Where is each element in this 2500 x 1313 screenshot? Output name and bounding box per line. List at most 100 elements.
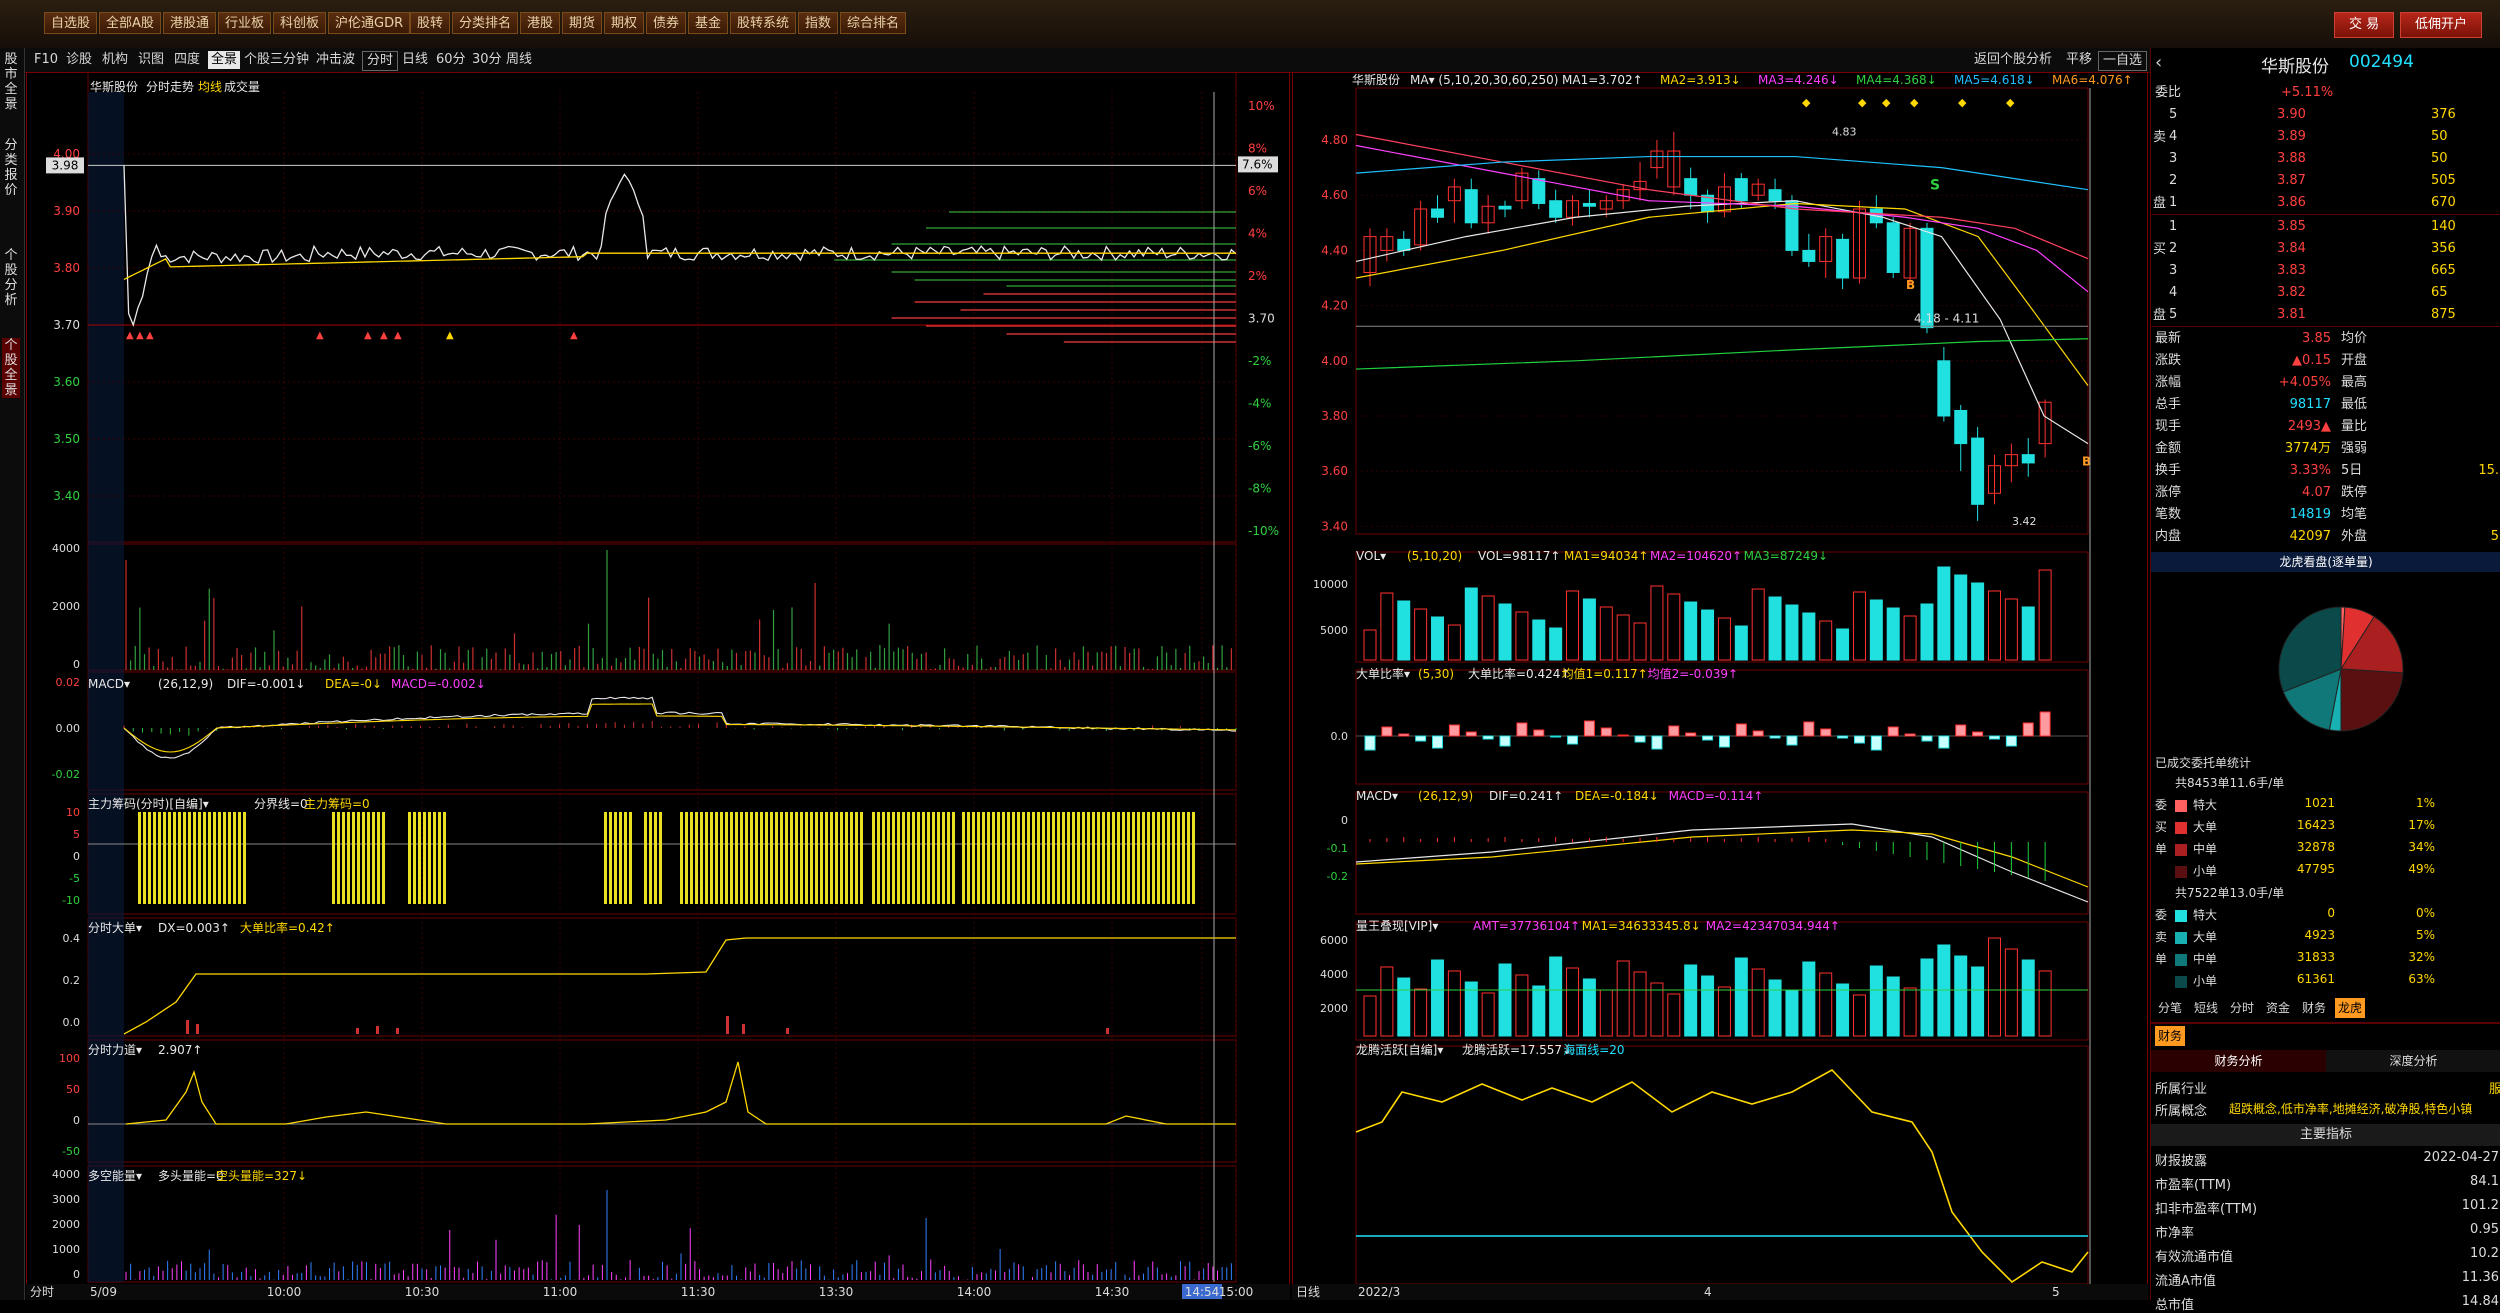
topbar-button-12[interactable]: 基金 (688, 12, 729, 34)
topbar-button-6[interactable]: 股转 (410, 12, 451, 34)
topbar-button-7[interactable]: 分类排名 (452, 12, 519, 34)
topbar-button-0[interactable]: 自选股 (44, 12, 98, 34)
topbar-button-2[interactable]: 港股通 (163, 12, 217, 34)
topbar-button-8[interactable]: 港股 (520, 12, 561, 34)
ask-level: 4 (2169, 129, 2178, 144)
stat-label: 笔数 (2155, 507, 2182, 522)
force-tick-2: 0 (73, 1114, 80, 1127)
open-account-button[interactable]: 低佣开户 (2400, 12, 2483, 38)
tab-龙虎[interactable]: 龙虎 (2335, 998, 2366, 1018)
ddr-bar (2022, 722, 2034, 737)
daily-ma4-label: MA4=4.368↓ (1856, 73, 1937, 87)
daily-subpanel-title-0: VOL▾ (1356, 549, 1386, 563)
ddr-bar (1364, 735, 1376, 751)
tab-分时[interactable]: 分时 (2227, 998, 2257, 1018)
pan-button[interactable]: 平移 (2066, 51, 2092, 69)
f10-button[interactable]: F10 (34, 51, 58, 69)
topbar-button-3[interactable]: 行业板 (218, 12, 272, 34)
lw-bar (1920, 958, 1934, 1037)
main-chip-bar (1122, 812, 1125, 904)
main-chip-bar (1067, 812, 1070, 904)
tab-财务[interactable]: 财务 (2299, 998, 2329, 1018)
main-chip-bar (352, 812, 355, 904)
current-price-label: 3.98 (52, 158, 79, 172)
tab-category-quote[interactable]: 分类报价 (2, 138, 20, 198)
impact-wave-button[interactable]: 冲击波 (316, 51, 355, 69)
top-menu-bar: 自选股 全部A股 港股通 行业板 科创板 沪伦通GDR 股转 分类排名 港股 期货 期权 债券 基金 股转… (0, 0, 2500, 49)
three-minute-button[interactable]: 个股三分钟 (244, 51, 309, 69)
pie-slice-3 (2340, 668, 2404, 732)
sell-pct: 32% (2408, 950, 2435, 964)
tab-stock-panorama[interactable]: 个股全景 (2, 338, 20, 398)
big-order-bar-7 (786, 1028, 789, 1034)
topbar-button-5[interactable]: 沪伦通GDR (328, 12, 411, 34)
tab-短线[interactable]: 短线 (2191, 998, 2221, 1018)
topbar-button-14[interactable]: 指数 (798, 12, 839, 34)
four-degree-button[interactable]: 四度 (174, 51, 200, 69)
daily-vol-bar (1903, 615, 1917, 661)
main-chip-bar (213, 812, 216, 904)
institution-button[interactable]: 机构 (102, 51, 128, 69)
pct-tick-1: 8% (1248, 142, 1267, 156)
watchlist-select[interactable]: 一自选 (2098, 51, 2148, 71)
daily-dea-line (1355, 829, 2089, 888)
buy-type: 中单 (2193, 842, 2218, 856)
daily-price-tick-0: 4.80 (1321, 133, 1348, 147)
bid-row-3: 4 3.82 65 (2151, 282, 2500, 304)
trade-button[interactable]: 交 易 (2334, 12, 2395, 38)
daily-price-tick-1: 4.60 (1321, 188, 1348, 202)
date-tick-1: 4 (1704, 1285, 1712, 1299)
daily-vol-bar (1987, 590, 2001, 661)
main-chip-bar (1052, 812, 1055, 904)
price-tick-2: 3.80 (53, 261, 80, 275)
topbar-button-13[interactable]: 股转系统 (730, 12, 797, 34)
panorama-button[interactable]: 全景 (208, 51, 241, 69)
back-arrow-icon[interactable]: ‹ (2155, 52, 2162, 73)
period-30min[interactable]: 30分 (472, 51, 502, 69)
daily-vol-bar (1920, 603, 1934, 661)
intraday-ma-label[interactable]: 均线 (198, 78, 222, 95)
topbar-button-9[interactable]: 期货 (562, 12, 603, 34)
tab-分笔[interactable]: 分笔 (2155, 998, 2185, 1018)
intraday-volume-label[interactable]: 成交量 (224, 78, 260, 95)
topbar-button-15[interactable]: 综合排名 (840, 12, 907, 34)
sell-pct: 63% (2408, 972, 2435, 986)
period-daily[interactable]: 日线 (402, 51, 428, 69)
daily-vol-bar (1380, 592, 1394, 661)
finance-tab[interactable]: 财务 (2155, 1026, 2186, 1046)
macd-tick-1: 0.00 (56, 722, 81, 735)
back-to-analysis-button[interactable]: 返回个股分析 (1974, 51, 2052, 69)
period-60min[interactable]: 60分 (436, 51, 466, 69)
tab-资金[interactable]: 资金 (2263, 998, 2293, 1018)
left-subpanel-value-2-0: DX=0.003↑ (158, 921, 230, 935)
fin-subtab-deep[interactable]: 深度分析 (2326, 1050, 2500, 1072)
chip-tick-4: -10 (62, 894, 80, 907)
candle-body (1836, 238, 1850, 279)
lw-bar (1903, 987, 1917, 1037)
candle-body (1498, 205, 1512, 210)
daily-ma3-label: MA3=4.246↓ (1758, 73, 1839, 87)
macd-tick-0: 0.02 (56, 676, 81, 689)
topbar-button-4[interactable]: 科创板 (273, 12, 327, 34)
fin-subtab-analysis[interactable]: 财务分析 (2151, 1050, 2326, 1072)
lw-bar (1717, 986, 1731, 1037)
period-intraday[interactable]: 分时 (362, 51, 399, 71)
diagnose-button[interactable]: 诊股 (66, 51, 92, 69)
stat-row-2: 涨幅 +4.05% 最高 (2151, 372, 2500, 394)
main-chip-bar (912, 812, 915, 904)
daily-subpanel-value-0-2: MA1=94034↑ (1564, 549, 1648, 563)
topbar-button-1[interactable]: 全部A股 (99, 12, 161, 34)
pattern-button[interactable]: 识图 (138, 51, 164, 69)
ddr-bar (1786, 735, 1798, 746)
tab-market-overview[interactable]: 股市全景 (2, 52, 20, 112)
topbar-button-10[interactable]: 期权 (604, 12, 645, 34)
diamond-marker-1: ◆ (1858, 96, 1867, 109)
stats-divider (2151, 326, 2500, 327)
period-weekly[interactable]: 周线 (506, 51, 532, 69)
daily-vol-bar (1515, 611, 1529, 661)
tab-stock-analysis[interactable]: 个股分析 (2, 248, 20, 308)
left-subpanel-value-0-2: MACD=-0.002↓ (391, 677, 486, 691)
buy-side-0: 委 (2155, 798, 2168, 812)
topbar-button-11[interactable]: 债券 (646, 12, 687, 34)
stat-label-right: 均笔 (2341, 507, 2368, 522)
